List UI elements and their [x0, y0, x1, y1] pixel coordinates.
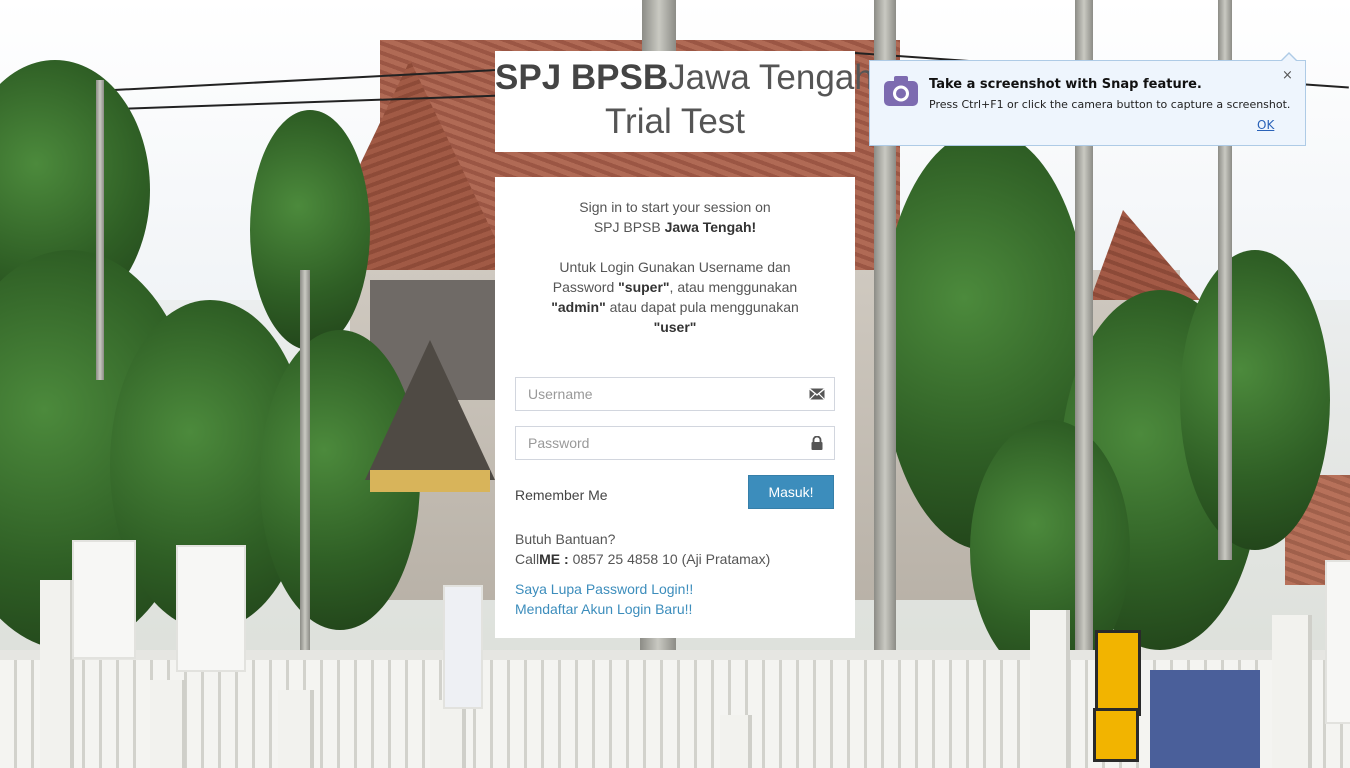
snap-ok-link[interactable]: OK	[1257, 118, 1274, 132]
help-section: Butuh Bantuan? CallME : 0857 25 4858 10 …	[515, 529, 770, 569]
hint-password-prefix: Password	[552, 279, 619, 295]
help-title: Butuh Bantuan?	[515, 531, 616, 547]
app-logo: SPJ BPSBJawa Tengah! Trial Test	[495, 51, 883, 152]
app-title-light: Jawa Tengah!	[668, 58, 884, 97]
snap-notice-text: Press Ctrl+F1 or click the camera button…	[929, 98, 1291, 111]
username-field-group	[515, 377, 835, 411]
login-intro-line1: Sign in to start your session on	[579, 199, 771, 215]
camera-icon	[884, 76, 918, 106]
help-contact: 0857 25 4858 10 (Aji Pratamax)	[568, 551, 771, 567]
hint-line1: Untuk Login Gunakan Username dan	[559, 259, 791, 275]
app-title: SPJ BPSBJawa Tengah!	[495, 58, 883, 97]
snap-notice-title: Take a screenshot with Snap feature.	[929, 77, 1202, 92]
account-links: Saya Lupa Password Login!! Mendaftar Aku…	[515, 579, 693, 619]
app-title-bold: SPJ BPSB	[495, 58, 669, 97]
login-intro-line2: SPJ BPSB	[593, 219, 665, 235]
remember-me-label[interactable]: Remember Me	[515, 487, 608, 503]
snap-notice: Take a screenshot with Snap feature. Pre…	[869, 60, 1306, 146]
snap-notice-pointer-inner	[1281, 54, 1297, 62]
password-field-group	[515, 426, 835, 460]
username-input[interactable]	[516, 378, 796, 410]
login-submit-button[interactable]: Masuk!	[748, 475, 834, 509]
close-icon[interactable]: ×	[1282, 69, 1293, 82]
hint-user: "user"	[653, 319, 697, 335]
hint-admin: "admin"	[551, 299, 606, 315]
register-link[interactable]: Mendaftar Akun Login Baru!!	[515, 599, 693, 619]
app-subtitle: Trial Test	[604, 102, 746, 141]
login-hint: Untuk Login Gunakan Username dan Passwor…	[515, 257, 835, 337]
hint-admin-suffix: atau dapat pula menggunakan	[605, 299, 799, 315]
help-call-prefix: Call	[515, 551, 540, 567]
help-call-bold: ME :	[539, 551, 569, 567]
hint-super-suffix: , atau menggunakan	[669, 279, 798, 295]
password-input[interactable]	[516, 427, 796, 459]
envelope-icon	[809, 388, 825, 400]
login-intro: Sign in to start your session on SPJ BPS…	[515, 197, 835, 237]
forgot-password-link[interactable]: Saya Lupa Password Login!!	[515, 579, 693, 599]
hint-super: "super"	[618, 279, 670, 295]
lock-icon	[811, 436, 823, 450]
login-box: Sign in to start your session on SPJ BPS…	[495, 177, 855, 638]
login-intro-line2-bold: Jawa Tengah!	[664, 219, 757, 235]
